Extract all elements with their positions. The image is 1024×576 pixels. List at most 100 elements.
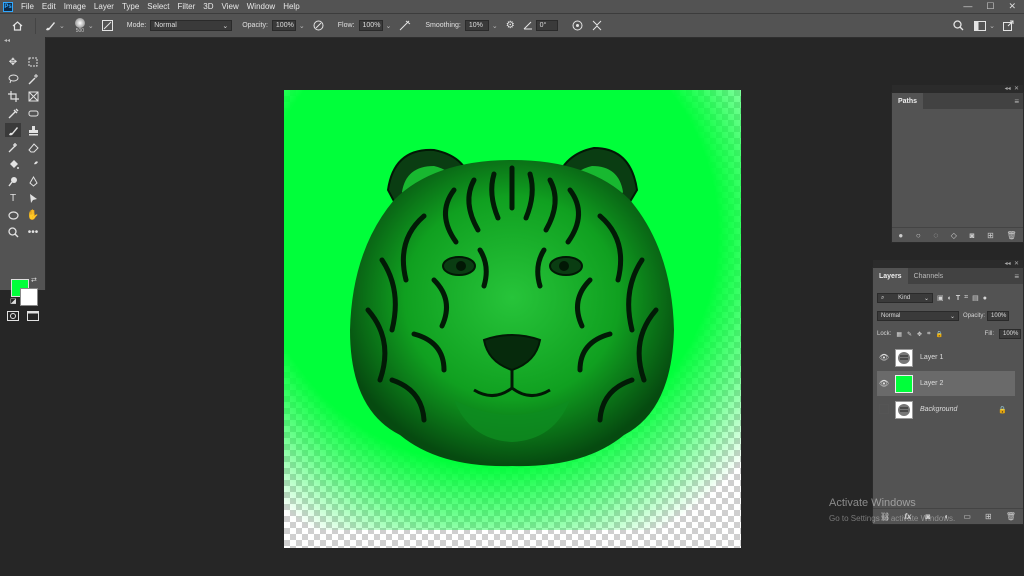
menu-window[interactable]: Window <box>243 2 279 11</box>
paint-bucket-tool-icon[interactable] <box>5 157 21 171</box>
document-canvas[interactable] <box>284 90 741 548</box>
workspace-icon[interactable] <box>974 20 987 31</box>
fill-path-icon[interactable]: ● <box>898 231 903 240</box>
healing-brush-tool-icon[interactable] <box>25 106 41 120</box>
menu-image[interactable]: Image <box>60 2 90 11</box>
path-selection-tool-icon[interactable] <box>25 191 41 205</box>
airbrush-icon[interactable] <box>399 20 411 31</box>
pressure-opacity-icon[interactable] <box>313 20 324 31</box>
chevron-down-icon[interactable]: ⌄ <box>989 22 995 30</box>
eye-icon[interactable]: 👁 <box>877 353 891 362</box>
collapse-panel-icon[interactable]: ◂◂ <box>4 37 10 44</box>
eye-icon[interactable]: 👁 <box>877 379 891 388</box>
chevron-down-icon[interactable]: ⌄ <box>59 22 65 30</box>
smoothing-input[interactable]: 10% <box>464 20 489 31</box>
lasso-tool-icon[interactable] <box>5 72 21 86</box>
fill-input[interactable]: 100% <box>999 329 1021 339</box>
lock-artboard-icon[interactable]: ⌗ <box>927 331 930 338</box>
load-selection-icon[interactable]: ◌ <box>933 231 938 240</box>
background-color-swatch[interactable] <box>20 288 38 306</box>
minimize-icon[interactable]: — <box>963 1 972 12</box>
panel-menu-icon[interactable]: ≡ <box>1014 268 1023 284</box>
pen-tool-icon[interactable] <box>25 174 41 188</box>
smudge-tool-icon[interactable] <box>25 157 41 171</box>
menu-filter[interactable]: Filter <box>174 2 200 11</box>
pressure-size-icon[interactable] <box>572 20 583 31</box>
frame-tool-icon[interactable] <box>25 89 41 103</box>
menu-3d[interactable]: 3D <box>199 2 217 11</box>
menu-type[interactable]: Type <box>118 2 143 11</box>
menu-layer[interactable]: Layer <box>90 2 118 11</box>
adjustment-filter-icon[interactable]: ◐ <box>948 295 952 302</box>
ellipse-tool-icon[interactable] <box>5 208 21 222</box>
chevron-down-icon[interactable]: ⌄ <box>492 22 498 30</box>
clone-stamp-tool-icon[interactable] <box>25 123 41 137</box>
home-icon[interactable] <box>12 20 23 31</box>
smart-object-filter-icon[interactable]: ▤ <box>972 294 979 302</box>
collapse-panel-icon[interactable]: ◂◂ <box>1005 86 1011 92</box>
new-path-icon[interactable]: ⊞ <box>987 231 994 240</box>
brush-tool-preset-icon[interactable] <box>44 20 56 32</box>
mode-dropdown[interactable]: Normal ⌄ <box>150 20 233 31</box>
history-brush-tool-icon[interactable] <box>5 140 21 154</box>
maximize-icon[interactable]: ☐ <box>986 1 994 12</box>
lock-position-icon[interactable]: ✥ <box>917 331 922 338</box>
magic-wand-tool-icon[interactable] <box>25 72 41 86</box>
image-filter-icon[interactable]: ▣ <box>937 294 944 302</box>
opacity-input[interactable]: 100% <box>271 20 296 31</box>
layer-opacity-input[interactable]: 100% <box>987 311 1010 321</box>
visibility-off-icon[interactable] <box>877 403 891 416</box>
close-panel-icon[interactable]: ✕ <box>1014 86 1019 92</box>
hand-tool-icon[interactable]: ✋ <box>25 208 41 222</box>
more-tools-icon[interactable]: ••• <box>25 225 41 239</box>
chevron-down-icon[interactable]: ⌄ <box>386 22 392 30</box>
group-folder-icon[interactable]: ▭ <box>963 512 971 521</box>
trash-icon[interactable]: 🗑 <box>1006 512 1016 521</box>
add-mask-icon[interactable]: ◙ <box>970 231 975 240</box>
chevron-down-icon[interactable]: ⌄ <box>299 22 305 30</box>
marquee-tool-icon[interactable] <box>25 55 41 69</box>
stroke-path-icon[interactable]: ○ <box>916 231 921 240</box>
brush-settings-panel-icon[interactable] <box>101 20 113 31</box>
chevron-down-icon[interactable]: ⌄ <box>88 22 94 30</box>
filter-toggle-icon[interactable]: ● <box>983 295 987 302</box>
tab-paths[interactable]: Paths <box>892 93 924 109</box>
eyedropper-tool-icon[interactable] <box>5 106 21 120</box>
brush-size-picker[interactable]: 500 <box>74 17 85 34</box>
make-work-path-icon[interactable]: ◇ <box>951 231 957 240</box>
close-icon[interactable]: ✕ <box>1008 1 1016 12</box>
layer-row[interactable]: 👁 Layer 1 <box>877 345 1015 370</box>
type-tool-icon[interactable]: T <box>5 191 21 205</box>
search-icon[interactable] <box>953 20 964 31</box>
move-tool-icon[interactable]: ✥ <box>5 55 21 69</box>
panel-menu-icon[interactable]: ≡ <box>1014 93 1023 109</box>
menu-file[interactable]: File <box>17 2 38 11</box>
eraser-tool-icon[interactable] <box>25 140 41 154</box>
new-layer-icon[interactable]: ⊞ <box>985 512 992 521</box>
dodge-tool-icon[interactable] <box>5 174 21 188</box>
menu-help[interactable]: Help <box>279 2 303 11</box>
layer-name[interactable]: Layer 1 <box>920 354 943 361</box>
symmetry-icon[interactable] <box>591 20 603 31</box>
default-colors-icon[interactable]: ◪ <box>10 297 17 305</box>
trash-icon[interactable]: 🗑 <box>1006 231 1016 240</box>
quick-mask-icon[interactable] <box>5 309 21 323</box>
shape-filter-icon[interactable]: ⌗ <box>964 294 968 302</box>
layer-row[interactable]: 👁 Layer 2 <box>877 371 1015 396</box>
crop-tool-icon[interactable] <box>5 89 21 103</box>
tab-channels[interactable]: Channels <box>908 268 950 284</box>
type-filter-icon[interactable]: T <box>956 295 960 302</box>
tab-layers[interactable]: Layers <box>873 268 908 284</box>
lock-transparent-icon[interactable]: ▦ <box>896 331 902 338</box>
share-icon[interactable] <box>1003 20 1014 31</box>
close-panel-icon[interactable]: ✕ <box>1014 261 1019 267</box>
flow-input[interactable]: 100% <box>358 20 383 31</box>
filter-kind-dropdown[interactable]: ⌕ Kind ⌄ <box>877 293 933 303</box>
collapse-panel-icon[interactable]: ◂◂ <box>1005 261 1011 267</box>
layer-row[interactable]: Background 🔒 <box>877 397 1015 422</box>
screen-mode-icon[interactable] <box>25 309 41 323</box>
swap-colors-icon[interactable]: ⇄ <box>31 276 37 284</box>
lock-all-icon[interactable]: 🔒 <box>935 331 942 338</box>
angle-input[interactable]: 0° <box>535 20 558 31</box>
menu-edit[interactable]: Edit <box>38 2 60 11</box>
